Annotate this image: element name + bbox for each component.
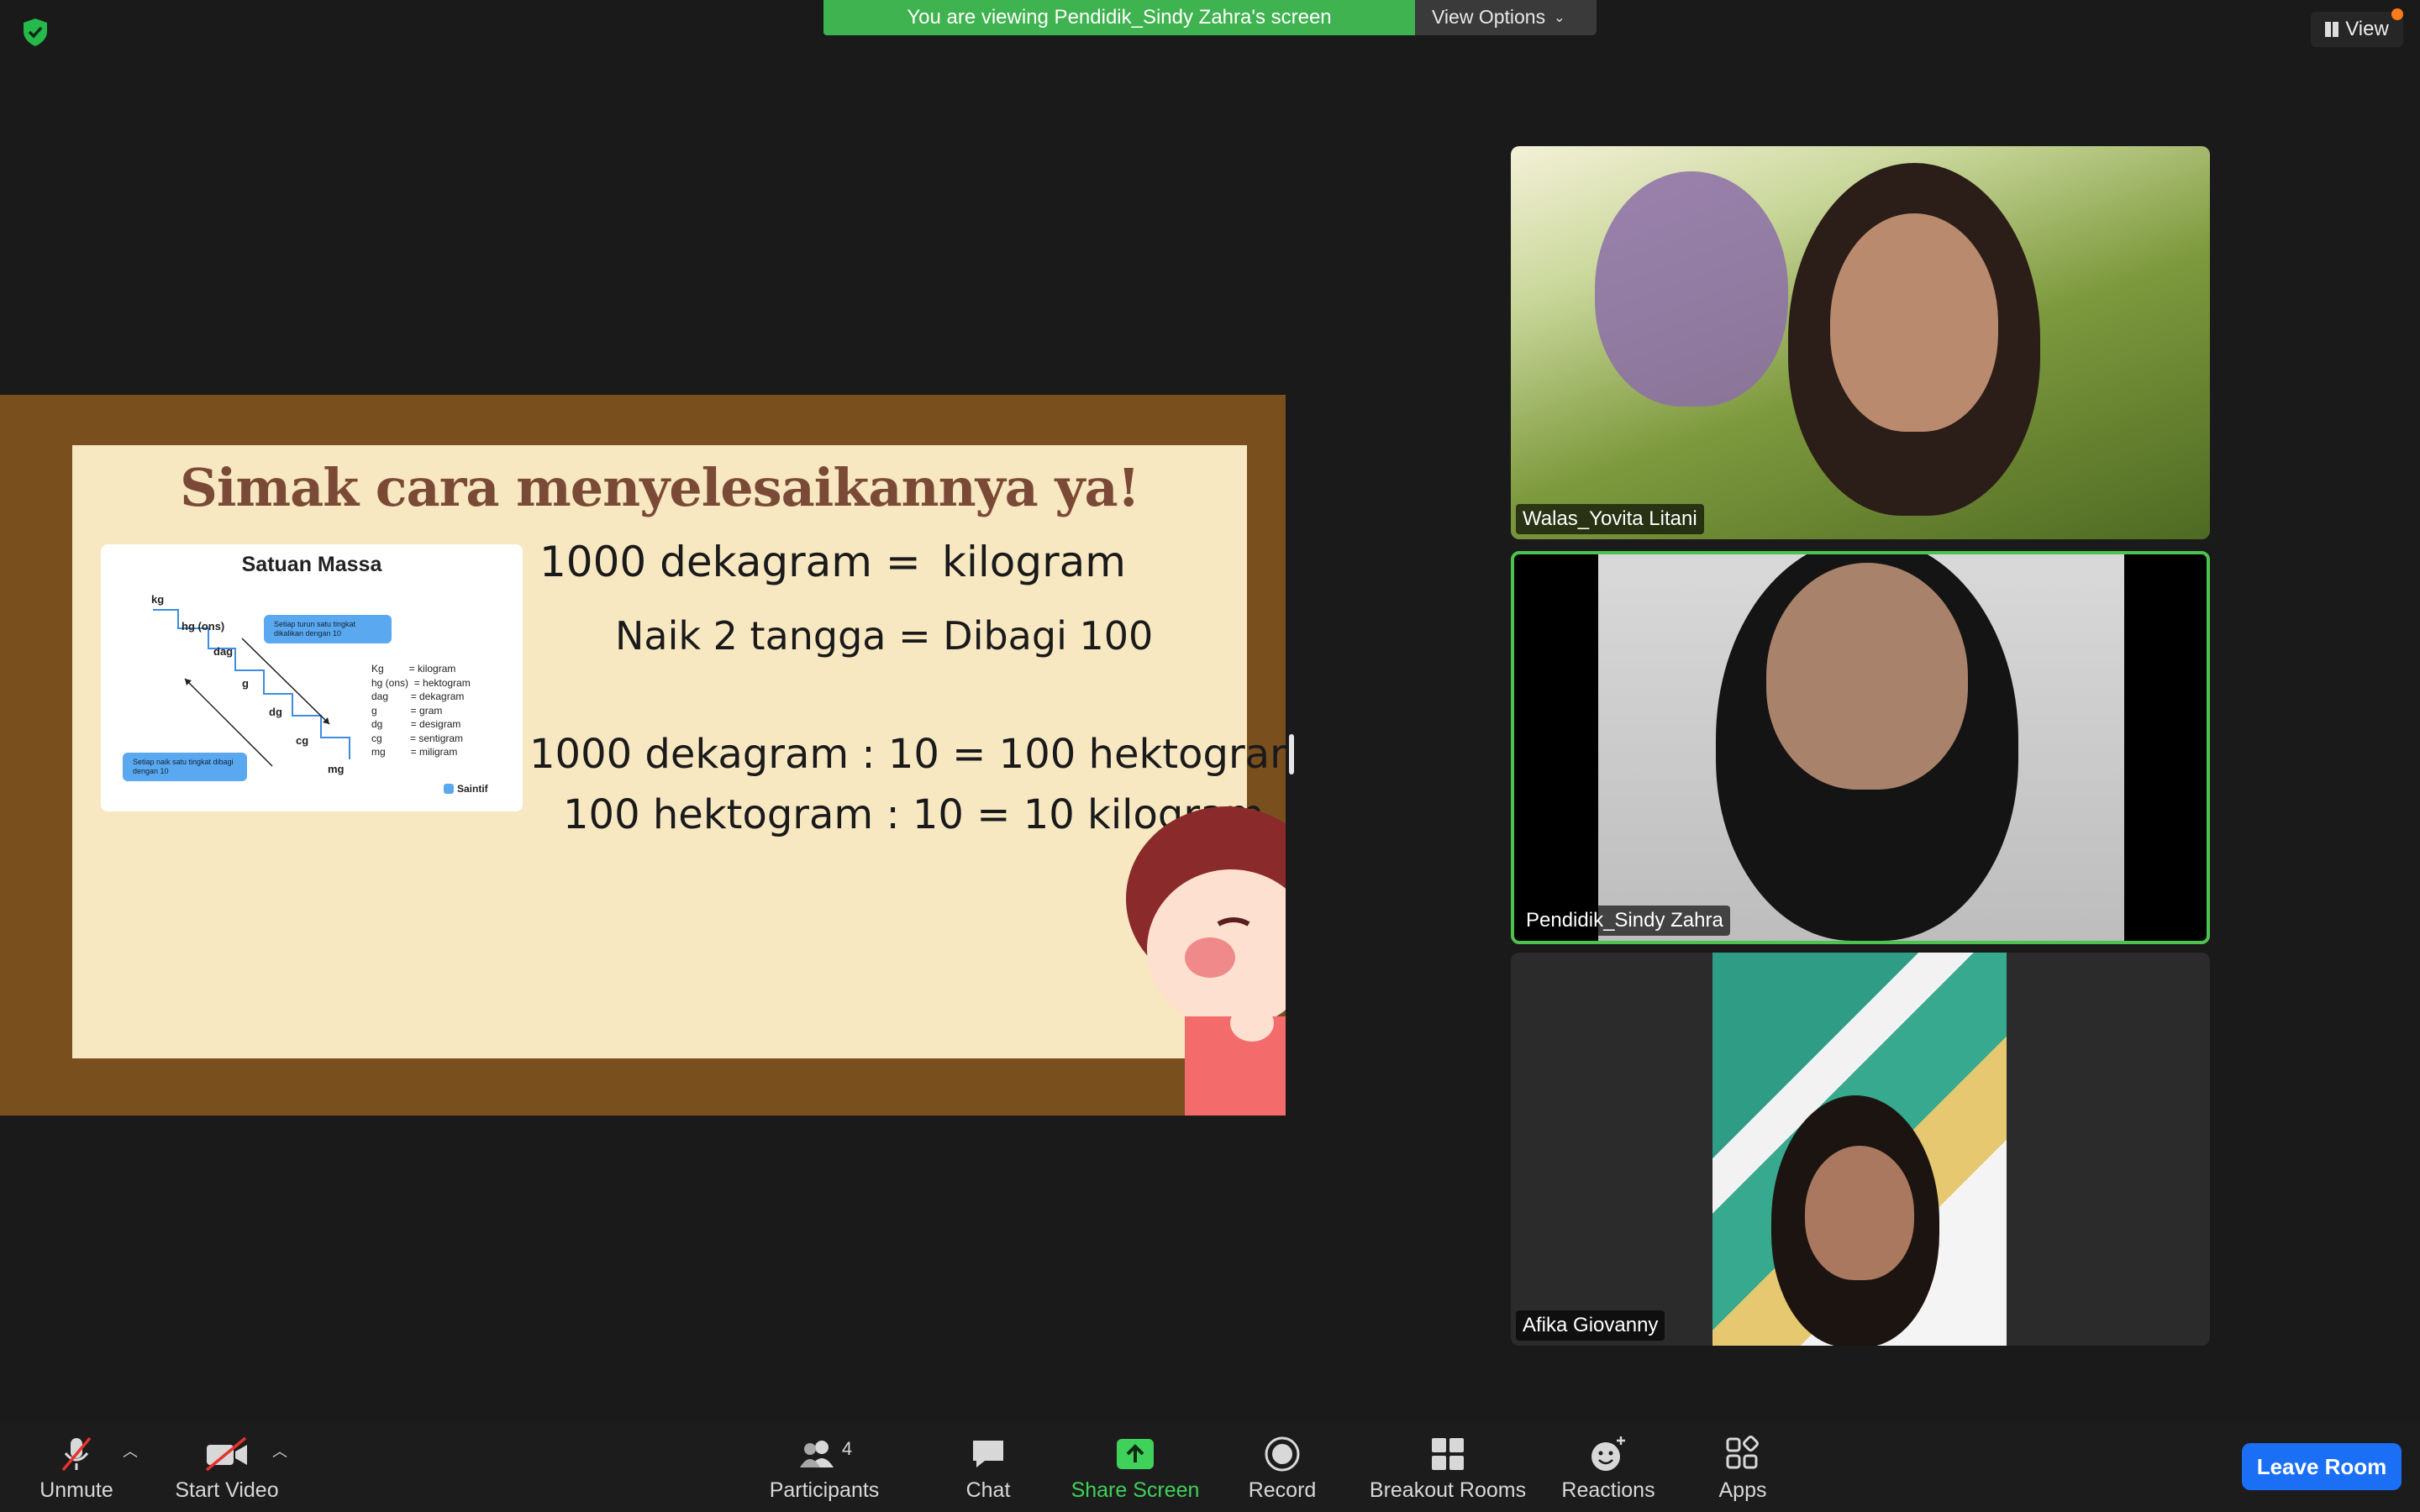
shared-screen[interactable]: Simak cara menyelesaikannya ya! Satuan M… xyxy=(0,395,1286,1116)
step-dg: dg xyxy=(269,706,282,718)
participant-video xyxy=(1598,554,2124,941)
view-button[interactable]: View xyxy=(2311,12,2403,47)
notification-dot xyxy=(2391,8,2403,20)
breakout-rooms-label: Breakout Rooms xyxy=(1369,1478,1527,1502)
step-cg: cg xyxy=(296,734,309,747)
participant-face xyxy=(1805,1146,1914,1280)
slide-content: Simak cara menyelesaikannya ya! Satuan M… xyxy=(72,445,1286,1058)
share-screen-button[interactable]: Share Screen xyxy=(1064,1435,1207,1503)
equation-1-right: kilogram xyxy=(942,538,1126,586)
reactions-icon xyxy=(1551,1435,1665,1473)
participant-name: Afika Giovanny xyxy=(1516,1310,1665,1341)
step-mg: mg xyxy=(328,763,345,775)
record-button[interactable]: Record xyxy=(1240,1435,1324,1503)
share-screen-icon xyxy=(1064,1435,1207,1473)
audio-options-caret-icon[interactable]: ︿ xyxy=(123,1440,138,1462)
participant-tile[interactable]: Afika Giovanny xyxy=(1511,953,2210,1346)
participant-face xyxy=(1766,563,1968,790)
step-hg: hg (ons) xyxy=(182,620,225,633)
muted-microphone-icon xyxy=(30,1435,123,1473)
record-icon xyxy=(1240,1435,1324,1473)
participants-count: 4 xyxy=(841,1438,853,1459)
meeting-toolbar xyxy=(0,1423,2420,1512)
apps-label: Apps xyxy=(1718,1478,1767,1502)
reactions-button[interactable]: Reactions xyxy=(1551,1435,1665,1503)
view-options-button[interactable]: View Options ⌄ xyxy=(1415,0,1597,35)
video-options-caret-icon[interactable]: ︿ xyxy=(272,1440,287,1462)
mass-units-card: Satuan Massa kg hg (ons) dag g dg cg mg … xyxy=(101,544,523,811)
unmute-label: Unmute xyxy=(39,1478,113,1502)
equation-2: Naik 2 tangga = Dibagi 100 xyxy=(615,613,1154,659)
participant-face xyxy=(1830,213,1998,432)
security-shield-icon[interactable] xyxy=(18,15,52,49)
participant-name: Walas_Yovita Litani xyxy=(1516,504,1704,534)
step-kg: kg xyxy=(151,593,165,606)
breakout-rooms-button[interactable]: Breakout Rooms xyxy=(1358,1435,1538,1503)
viewing-screen-banner: You are viewing Pendidik_Sindy Zahra's s… xyxy=(823,0,1415,35)
step-dag: dag xyxy=(213,645,234,658)
unit-legend: Kg = kilogram hg (ons) = hektogram dag =… xyxy=(371,663,471,758)
view-label: View xyxy=(2345,18,2389,40)
view-options-label: View Options xyxy=(1432,6,1546,28)
brand-label: Saintif xyxy=(444,783,488,795)
split-resize-handle[interactable] xyxy=(1289,734,1294,774)
start-video-button[interactable]: Start Video xyxy=(165,1435,289,1503)
participants-icon-wrap: 4 xyxy=(761,1435,887,1473)
slide-title: Simak cara menyelesaikannya ya! xyxy=(180,457,1140,518)
leave-room-button[interactable]: Leave Room xyxy=(2242,1443,2402,1490)
view-layout-icon xyxy=(2325,22,2339,37)
start-video-label: Start Video xyxy=(175,1478,279,1502)
participants-label: Participants xyxy=(769,1478,880,1502)
background-figure xyxy=(1595,171,1788,407)
equation-3: 1000 dekagram : 10 = 100 hektogram xyxy=(529,731,1286,778)
reactions-label: Reactions xyxy=(1561,1478,1655,1502)
participant-name: Pendidik_Sindy Zahra xyxy=(1519,906,1730,936)
bubble-up: Setiap naik satu tingkat dibagi dengan 1… xyxy=(123,753,247,781)
chat-button[interactable]: Chat xyxy=(946,1435,1030,1503)
participants-button[interactable]: 4 Participants xyxy=(761,1435,887,1503)
step-g: g xyxy=(242,677,249,690)
apps-icon xyxy=(1702,1435,1783,1473)
participant-tile[interactable]: Walas_Yovita Litani xyxy=(1511,146,2210,539)
unmute-button[interactable]: Unmute xyxy=(30,1435,123,1503)
video-off-icon xyxy=(165,1435,289,1473)
participant-video xyxy=(1712,953,2007,1346)
equation-1-left: 1000 dekagram = xyxy=(539,538,921,586)
participants-icon xyxy=(799,1441,834,1467)
breakout-rooms-icon xyxy=(1358,1435,1538,1473)
chat-label: Chat xyxy=(965,1478,1011,1502)
bubble-down: Setiap turun satu tingkat dikalikan deng… xyxy=(264,615,392,643)
cartoon-character-illustration xyxy=(1126,806,1286,1116)
chevron-down-icon: ⌄ xyxy=(1554,10,1565,25)
record-label: Record xyxy=(1248,1478,1317,1502)
share-screen-label: Share Screen xyxy=(1071,1478,1200,1502)
participant-tile-active-speaker[interactable]: Pendidik_Sindy Zahra xyxy=(1511,551,2210,944)
chat-icon xyxy=(946,1435,1030,1473)
apps-button[interactable]: Apps xyxy=(1702,1435,1783,1503)
